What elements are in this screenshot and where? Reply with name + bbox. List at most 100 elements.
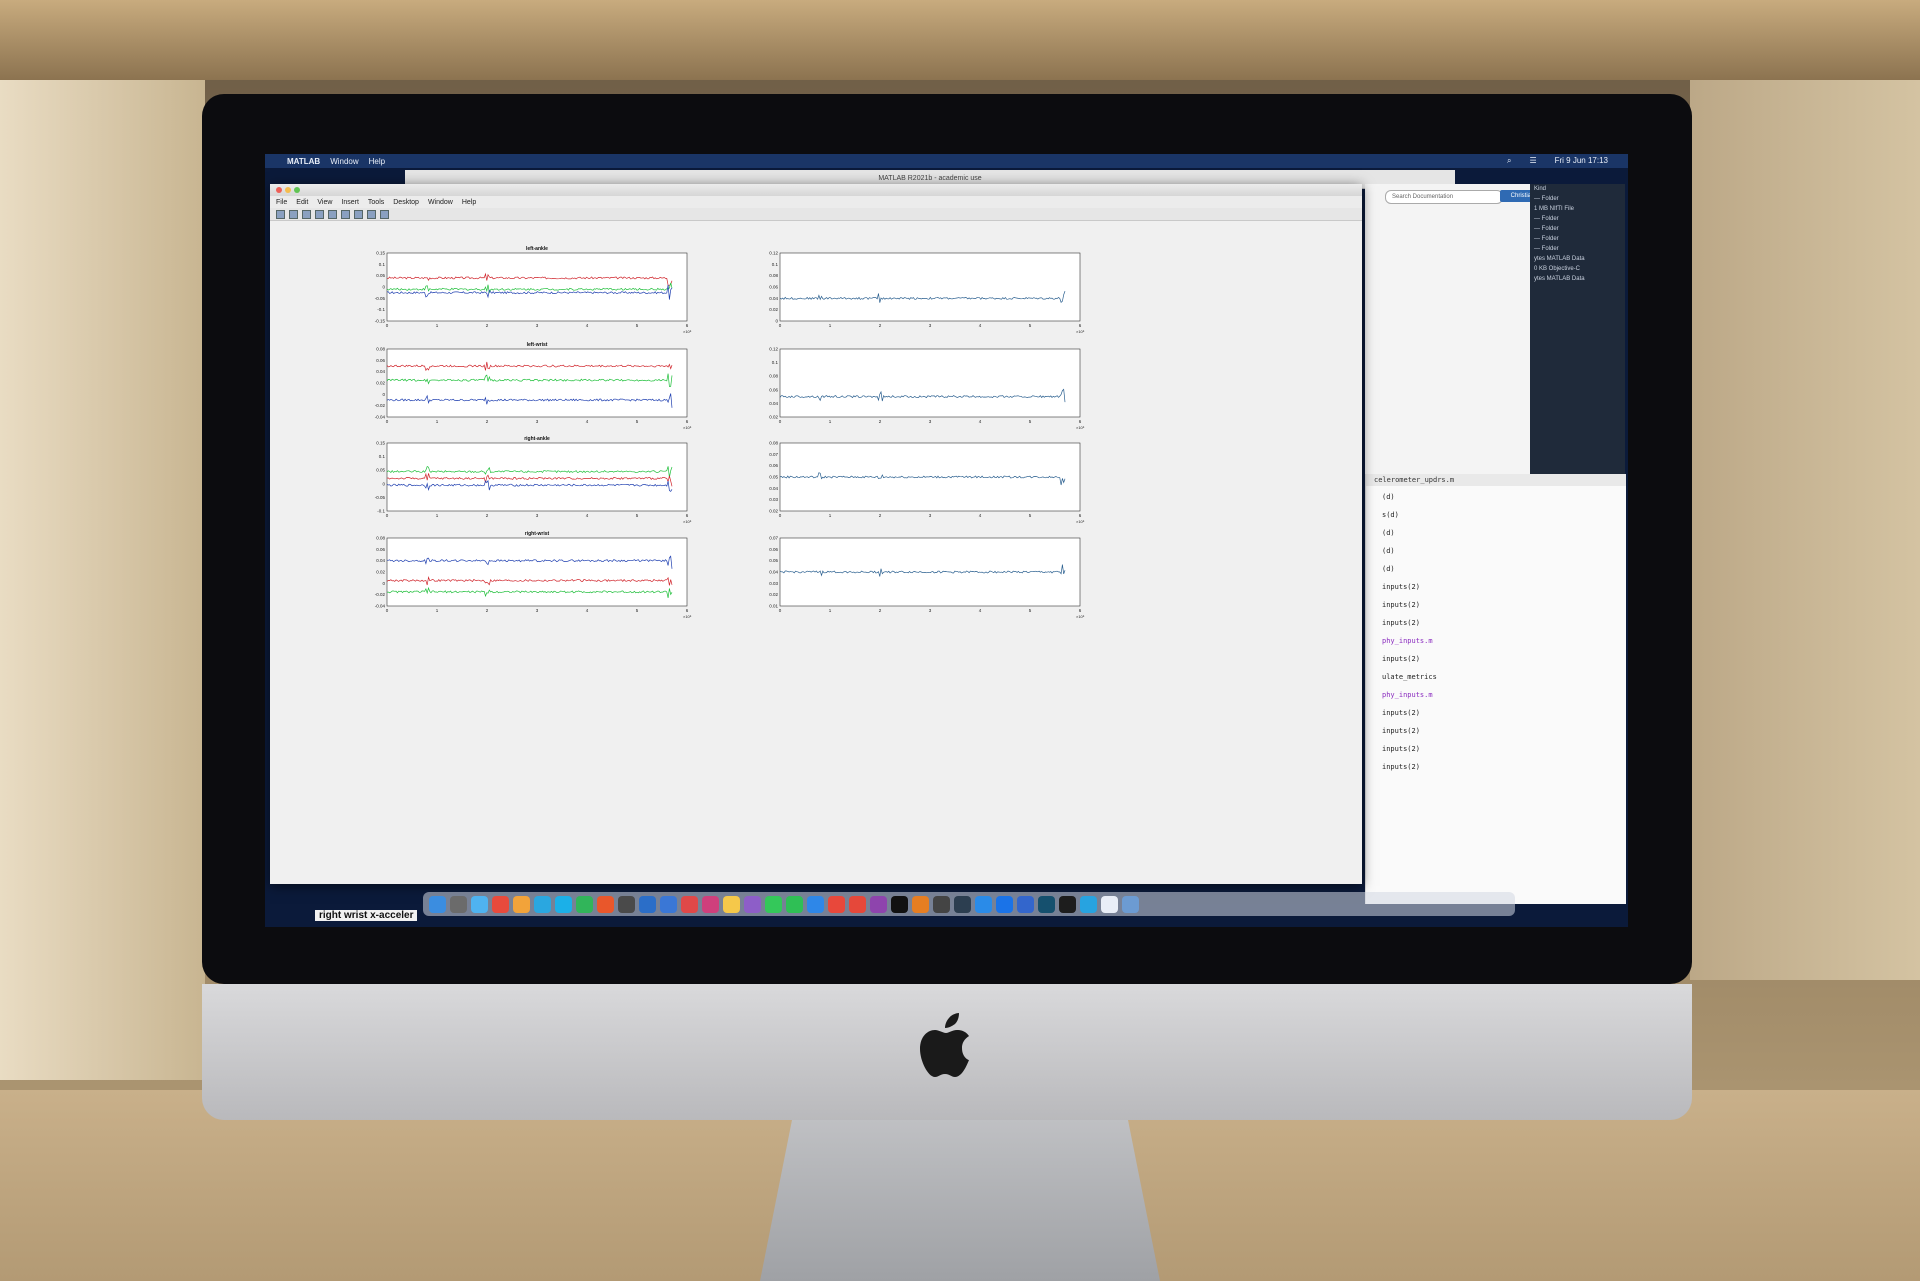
- dock-app-icon[interactable]: [765, 895, 782, 913]
- code-line: (d): [1382, 493, 1395, 501]
- control-center-icon[interactable]: ☰: [1529, 156, 1536, 166]
- dock-app-icon[interactable]: [828, 895, 845, 913]
- dock-app-icon[interactable]: [618, 895, 635, 913]
- dock-app-icon[interactable]: [933, 895, 950, 913]
- y-tick-label: 0.02: [376, 570, 385, 575]
- dock-app-icon[interactable]: [1059, 895, 1076, 913]
- dock-app-icon[interactable]: [996, 895, 1013, 913]
- y-tick-label: 0.15: [376, 441, 385, 446]
- dock: [423, 892, 1515, 916]
- figure-menu-help[interactable]: Help: [462, 199, 476, 206]
- dock-app-icon[interactable]: [1038, 895, 1055, 913]
- dock-app-icon[interactable]: [681, 895, 698, 913]
- dock-app-icon[interactable]: [870, 895, 887, 913]
- dock-app-icon[interactable]: [786, 895, 803, 913]
- save-icon[interactable]: [302, 209, 311, 219]
- file-row[interactable]: 0 KB Objective-C: [1530, 264, 1625, 274]
- figure-menu-tools[interactable]: Tools: [368, 199, 384, 206]
- x-tick-label: 1: [436, 419, 439, 424]
- file-row[interactable]: — Folder: [1530, 234, 1625, 244]
- dock-app-icon[interactable]: [660, 895, 677, 913]
- dock-app-icon[interactable]: [849, 895, 866, 913]
- file-row[interactable]: — Folder: [1530, 224, 1625, 234]
- file-row[interactable]: ytes MATLAB Data: [1530, 254, 1625, 264]
- dock-app-icon[interactable]: [702, 895, 719, 913]
- x-tick-label: 4: [586, 608, 589, 613]
- mac-menubar: MATLAB Window Help ⌕ ☰ Fri 9 Jun 17:13: [265, 154, 1628, 168]
- code-line: inputs(2): [1382, 583, 1420, 591]
- insert-legend-icon[interactable]: [354, 209, 363, 219]
- search-icon[interactable]: ⌕: [1507, 156, 1511, 166]
- dock-app-icon[interactable]: [429, 895, 446, 913]
- dock-app-icon[interactable]: [576, 895, 593, 913]
- new-figure-icon[interactable]: [276, 209, 285, 219]
- imac-stand: [760, 1120, 1160, 1281]
- dock-app-icon[interactable]: [891, 895, 908, 913]
- menubar-item-help[interactable]: Help: [369, 157, 385, 166]
- figure-menu-file[interactable]: File: [276, 199, 287, 206]
- figure-menu-desktop[interactable]: Desktop: [393, 199, 419, 206]
- y-tick-label: 0.07: [769, 452, 778, 457]
- dock-app-icon[interactable]: [723, 895, 740, 913]
- dock-app-icon[interactable]: [1017, 895, 1034, 913]
- dock-app-icon[interactable]: [471, 895, 488, 913]
- dock-app-icon[interactable]: [597, 895, 614, 913]
- x-tick-label: 4: [979, 323, 982, 328]
- open-file-icon[interactable]: [289, 209, 298, 219]
- insert-colorbar-icon[interactable]: [341, 209, 350, 219]
- dock-app-icon[interactable]: [912, 895, 929, 913]
- minimize-icon[interactable]: [285, 187, 291, 193]
- x-tick-label: 5: [636, 419, 639, 424]
- x-tick-label: 3: [536, 513, 539, 518]
- editor-tab[interactable]: celerometer_updrs.m: [1366, 474, 1626, 486]
- file-row[interactable]: 1 MB NIfTI File: [1530, 204, 1625, 214]
- file-row[interactable]: — Folder: [1530, 214, 1625, 224]
- x-multiplier: ×10⁵: [1076, 519, 1085, 524]
- dock-app-icon[interactable]: [513, 895, 530, 913]
- x-tick-label: 3: [929, 323, 932, 328]
- x-tick-label: 4: [586, 513, 589, 518]
- dock-app-icon[interactable]: [450, 895, 467, 913]
- y-tick-label: 0.1: [772, 360, 779, 365]
- dock-app-icon[interactable]: [744, 895, 761, 913]
- zoom-icon[interactable]: [294, 187, 300, 193]
- menubar-clock[interactable]: Fri 9 Jun 17:13: [1555, 156, 1608, 166]
- menubar-app-name[interactable]: MATLAB: [287, 157, 320, 166]
- code-line: (d): [1382, 565, 1395, 573]
- dock-app-icon[interactable]: [975, 895, 992, 913]
- dock-app-icon[interactable]: [555, 895, 572, 913]
- code-line: ulate_metrics: [1382, 673, 1437, 681]
- figure-menu-insert[interactable]: Insert: [341, 199, 359, 206]
- figure-menu-edit[interactable]: Edit: [296, 199, 308, 206]
- menubar-item-window[interactable]: Window: [330, 157, 358, 166]
- figure-menu-view[interactable]: View: [317, 199, 332, 206]
- dock-app-icon[interactable]: [954, 895, 971, 913]
- dock-app-icon[interactable]: [807, 895, 824, 913]
- property-inspector-icon[interactable]: [380, 209, 389, 219]
- close-icon[interactable]: [276, 187, 282, 193]
- figure-menu-window[interactable]: Window: [428, 199, 453, 206]
- dock-app-icon[interactable]: [1122, 895, 1139, 913]
- print-icon[interactable]: [315, 209, 324, 219]
- dock-app-icon[interactable]: [492, 895, 509, 913]
- x-multiplier: ×10⁵: [683, 614, 692, 619]
- edit-plot-icon[interactable]: [367, 209, 376, 219]
- file-row[interactable]: — Folder: [1530, 244, 1625, 254]
- code-lines: (d) s(d) (d) (d) (d) inputs(2) inputs(2) inputs…: [1366, 486, 1626, 778]
- figure-window: File Edit View Insert Tools Desktop Wind…: [270, 184, 1362, 884]
- y-tick-label: 0.15: [376, 251, 385, 256]
- file-row[interactable]: ytes MATLAB Data: [1530, 274, 1625, 284]
- dock-app-icon[interactable]: [1080, 895, 1097, 913]
- link-plot-icon[interactable]: [328, 209, 337, 219]
- editor-panel[interactable]: celerometer_updrs.m (d) s(d) (d) (d) (d) inpu…: [1365, 474, 1626, 904]
- dock-app-icon[interactable]: [639, 895, 656, 913]
- dock-app-icon[interactable]: [534, 895, 551, 913]
- figure-canvas: left-ankle -0.15 -0.1 -0.05 0 0.05 0.1 0.15 0 1 2 3…: [270, 221, 1362, 884]
- search-documentation-input[interactable]: Search Documentation: [1385, 190, 1503, 204]
- apple-logo-icon: [920, 1013, 969, 1077]
- y-tick-label: 0.03: [769, 497, 778, 502]
- dock-app-icon[interactable]: [1101, 895, 1118, 913]
- y-tick-label: 0.04: [769, 486, 778, 491]
- file-row[interactable]: — Folder: [1530, 194, 1625, 204]
- code-line: phy_inputs.m: [1382, 691, 1433, 699]
